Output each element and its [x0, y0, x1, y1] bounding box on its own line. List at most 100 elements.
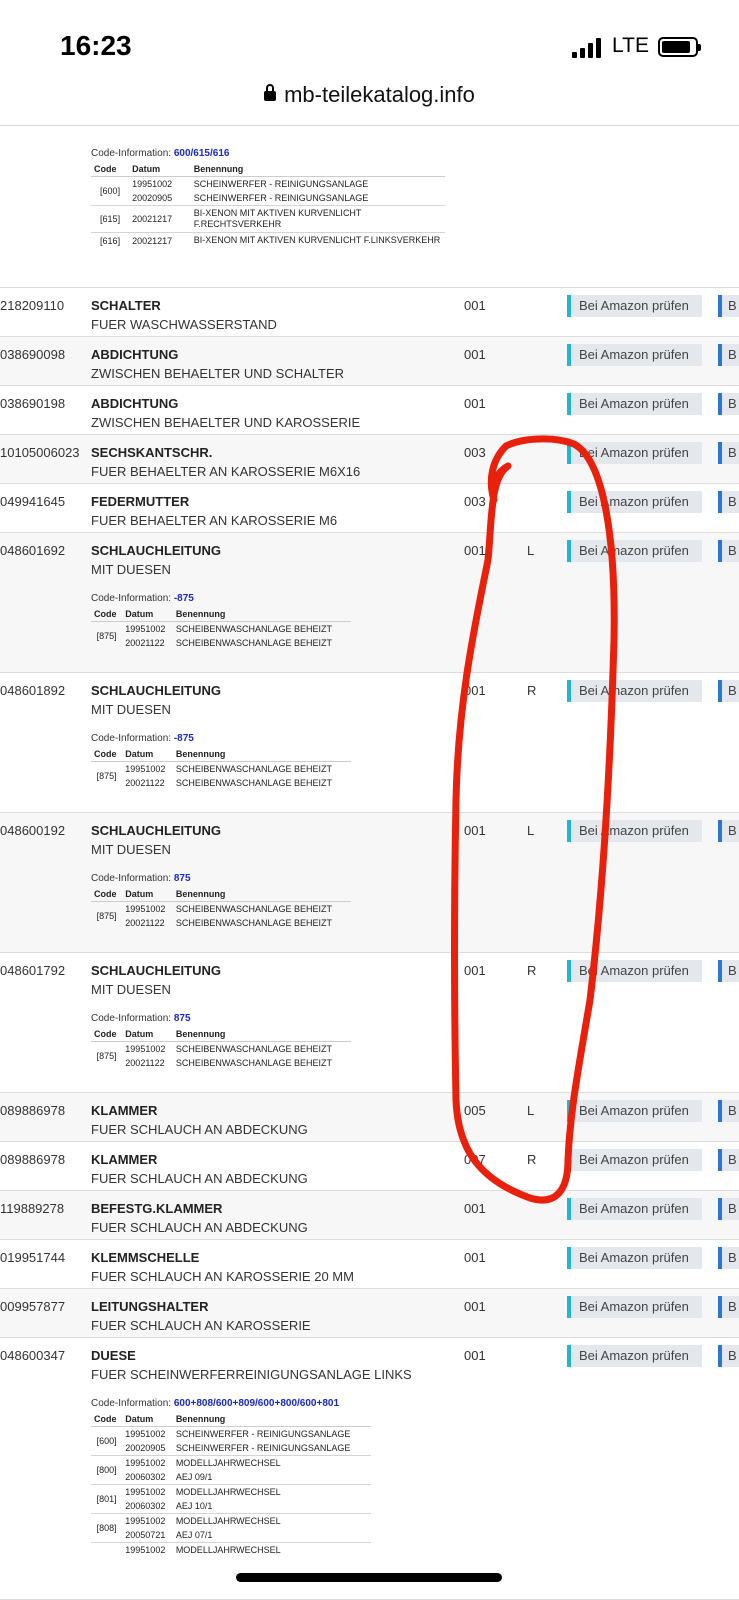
code-info-label: Code-Information:	[91, 148, 172, 159]
code-info-value[interactable]: 600/615/616	[174, 148, 230, 159]
amazon-check-button[interactable]: Bei Amazon prüfen	[567, 491, 702, 513]
code-info-table: Code Datum Benennung [875] 19951002 SCHEIBENW…	[91, 1027, 351, 1070]
code-info-code: [600]	[91, 1426, 123, 1456]
part-side: R	[527, 963, 537, 978]
code-info-header-benennung: Benennung	[172, 747, 351, 762]
code-info-value[interactable]: 875	[174, 1013, 191, 1024]
table-row: 048600347 DUESE FUER SCHEINWERFERREINIGUNG…	[0, 1338, 739, 1600]
part-description: FUER SCHLAUCH AN KAROSSERIE 20 MM	[91, 1269, 354, 1284]
code-info-benennung: BI-XENON MIT AKTIVEN KURVENLICHT F.LINKS…	[190, 232, 445, 248]
second-shop-button[interactable]: B	[718, 820, 739, 842]
amazon-check-button[interactable]: Bei Amazon prüfen	[567, 295, 702, 317]
part-number[interactable]: 089886978	[0, 1103, 65, 1118]
code-information: Code-Information: 875 Code Datum Benennung […	[91, 873, 351, 930]
code-info-code	[91, 1542, 123, 1557]
second-shop-button[interactable]: B	[718, 491, 739, 513]
table-row: 119889278 BEFESTG.KLAMMER FUER SCHLAUCH AN…	[0, 1191, 739, 1240]
code-info-header-code: Code	[91, 162, 130, 177]
amazon-check-button[interactable]: Bei Amazon prüfen	[567, 1149, 702, 1171]
code-info-datum: 20060302	[125, 1501, 166, 1511]
part-side: L	[527, 1103, 535, 1118]
table-row: 089886978 KLAMMER FUER SCHLAUCH AN ABDECKU…	[0, 1142, 739, 1191]
code-info-benennung: SCHEIBENWASCHANLAGE BEHEIZT	[175, 1058, 333, 1068]
part-name: ABDICHTUNG	[91, 347, 179, 362]
code-info-code: [875]	[91, 761, 123, 790]
code-info-value[interactable]: -875	[174, 593, 194, 604]
code-info-code: [875]	[91, 901, 123, 930]
code-info-datum: 19951002	[129, 176, 191, 191]
url-display[interactable]: mb-teilekatalog.info	[0, 82, 739, 108]
part-number[interactable]: 218209110	[0, 298, 64, 313]
table-row: 048600192 SCHLAUCHLEITUNG MIT DUESEN 001 L Be…	[0, 813, 739, 953]
code-info-header-datum: Datum	[129, 162, 191, 177]
part-number[interactable]: 048601892	[0, 683, 65, 698]
home-indicator[interactable]	[236, 1573, 502, 1582]
amazon-check-button[interactable]: Bei Amazon prüfen	[567, 540, 702, 562]
second-shop-button[interactable]: B	[718, 680, 739, 702]
part-number[interactable]: 049941645	[0, 494, 65, 509]
code-info-header-benennung: Benennung	[172, 607, 351, 622]
part-number[interactable]: 048601792	[0, 963, 65, 978]
second-shop-button[interactable]: B	[718, 1247, 739, 1269]
code-info-datum: 19951002	[122, 1513, 173, 1528]
code-info-benennung: MODELLJAHRWECHSEL	[172, 1542, 371, 1557]
second-shop-button[interactable]: B	[718, 344, 739, 366]
second-shop-button[interactable]: B	[718, 1149, 739, 1171]
code-info-header-code: Code	[91, 747, 123, 762]
part-side: R	[527, 1152, 537, 1167]
part-number[interactable]: 119889278	[0, 1201, 64, 1216]
second-shop-button[interactable]: B	[718, 1345, 739, 1367]
table-row: 038690198 ABDICHTUNG ZWISCHEN BEHAELTER UN…	[0, 386, 739, 435]
part-number[interactable]: 009957877	[0, 1299, 65, 1314]
part-number[interactable]: 019951744	[0, 1250, 65, 1265]
amazon-check-button[interactable]: Bei Amazon prüfen	[567, 1296, 702, 1318]
second-shop-button[interactable]: B	[718, 960, 739, 982]
amazon-check-button[interactable]: Bei Amazon prüfen	[567, 960, 702, 982]
part-description: FUER SCHLAUCH AN KAROSSERIE	[91, 1318, 311, 1333]
code-info-datum: 19951002	[122, 621, 173, 636]
second-shop-button[interactable]: B	[718, 442, 739, 464]
code-info-datum: 20021122	[125, 638, 165, 648]
part-name: BEFESTG.KLAMMER	[91, 1201, 223, 1216]
part-number[interactable]: 089886978	[0, 1152, 65, 1167]
amazon-check-button[interactable]: Bei Amazon prüfen	[567, 442, 702, 464]
part-number[interactable]: 038690098	[0, 347, 65, 362]
part-quantity: 001	[464, 396, 486, 411]
part-number[interactable]: 048600192	[0, 823, 65, 838]
code-info-benennung: SCHEIBENWASCHANLAGE BEHEIZT	[175, 778, 333, 788]
part-number[interactable]: 038690198	[0, 396, 65, 411]
second-shop-button[interactable]: B	[718, 1198, 739, 1220]
part-quantity: 007	[464, 1152, 486, 1167]
part-number[interactable]: 048601692	[0, 543, 65, 558]
part-description: FUER SCHLAUCH AN ABDECKUNG	[91, 1171, 308, 1186]
url-text: mb-teilekatalog.info	[284, 82, 475, 107]
address-bar[interactable]: mb-teilekatalog.info	[0, 76, 739, 126]
code-info-code: [616]	[91, 232, 130, 248]
amazon-check-button[interactable]: Bei Amazon prüfen	[567, 1198, 702, 1220]
code-info-value[interactable]: 875	[174, 873, 191, 884]
amazon-check-button[interactable]: Bei Amazon prüfen	[567, 1100, 702, 1122]
status-bar: 16:23 LTE	[0, 0, 739, 80]
part-name: ABDICHTUNG	[91, 396, 179, 411]
table-row: 048601692 SCHLAUCHLEITUNG MIT DUESEN 001 L Be…	[0, 533, 739, 673]
part-number[interactable]: 10105006023	[0, 445, 80, 460]
second-shop-button[interactable]: B	[718, 295, 739, 317]
amazon-check-button[interactable]: Bei Amazon prüfen	[567, 1247, 702, 1269]
part-name: SECHSKANTSCHR.	[91, 445, 213, 460]
second-shop-button[interactable]: B	[718, 1100, 739, 1122]
amazon-check-button[interactable]: Bei Amazon prüfen	[567, 820, 702, 842]
part-quantity: 001	[464, 543, 486, 558]
amazon-check-button[interactable]: Bei Amazon prüfen	[567, 680, 702, 702]
amazon-check-button[interactable]: Bei Amazon prüfen	[567, 1345, 702, 1367]
code-info-benennung: SCHEIBENWASCHANLAGE BEHEIZT	[172, 1041, 351, 1056]
second-shop-button[interactable]: B	[718, 1296, 739, 1318]
code-info-value[interactable]: -875	[174, 733, 194, 744]
second-shop-button[interactable]: B	[718, 540, 739, 562]
code-info-code: [800]	[91, 1455, 123, 1485]
part-number[interactable]: 048600347	[0, 1348, 65, 1363]
amazon-check-button[interactable]: Bei Amazon prüfen	[567, 393, 702, 415]
amazon-check-button[interactable]: Bei Amazon prüfen	[567, 344, 702, 366]
code-info-benennung: SCHEINWERFER - REINIGUNGSANLAGE	[193, 193, 369, 203]
code-info-value[interactable]: 600+808/600+809/600+800/600+801	[174, 1398, 339, 1409]
second-shop-button[interactable]: B	[718, 393, 739, 415]
